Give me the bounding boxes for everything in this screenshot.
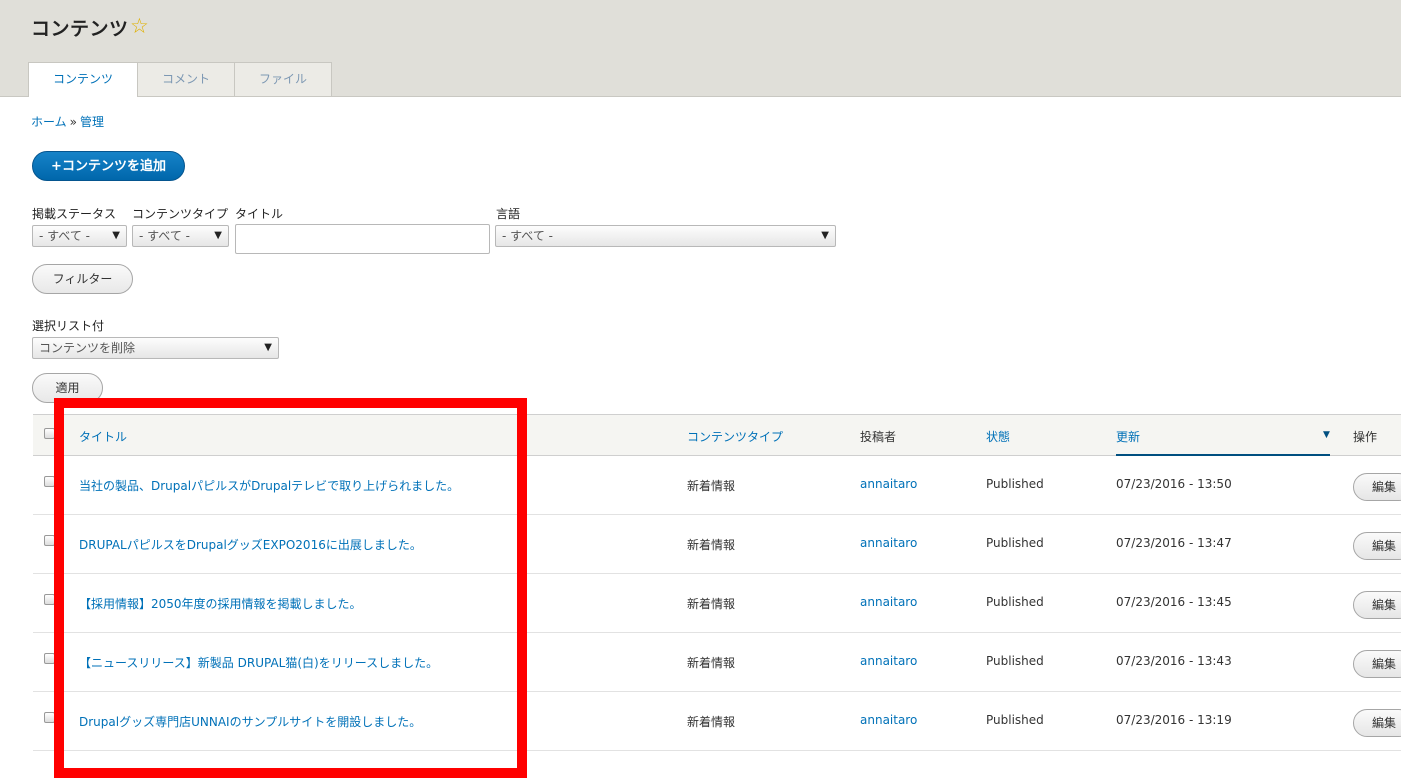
language-filter-select[interactable]: - すべて - ▼	[495, 225, 836, 247]
chevron-down-icon: ▼	[112, 230, 120, 241]
row-author-link[interactable]: annaitaro	[860, 477, 917, 491]
breadcrumb-home-link[interactable]: ホーム	[31, 115, 67, 129]
row-title-link[interactable]: 当社の製品、DrupalパピルスがDrupalテレビで取り上げられました。	[79, 477, 459, 494]
page-header: コンテンツ ☆ コンテンツ コメント ファイル	[0, 0, 1401, 97]
edit-button[interactable]: 編集	[1353, 709, 1401, 737]
type-filter-select[interactable]: - すべて - ▼	[132, 225, 229, 247]
chevron-down-icon: ▼	[214, 230, 222, 241]
status-filter-label: 掲載ステータス	[32, 207, 117, 221]
row-title-link[interactable]: DRUPALパピルスをDrupalグッズEXPO2016に出展しました。	[79, 536, 422, 553]
header-author: 投稿者	[860, 430, 897, 444]
type-filter-label: コンテンツタイプ	[132, 207, 229, 221]
row-status: Published	[986, 654, 1044, 668]
row-title-link[interactable]: 【ニュースリリース】新製品 DRUPAL猫(白)をリリースしました。	[79, 654, 438, 671]
breadcrumb-admin-link[interactable]: 管理	[80, 115, 104, 129]
table-header: タイトル コンテンツタイプ 投稿者 状態 更新 ▼ 操作	[33, 414, 1401, 456]
apply-button[interactable]: 適用	[32, 373, 103, 403]
title-filter-label: タイトル	[235, 207, 284, 221]
header-updated[interactable]: 更新	[1116, 428, 1140, 445]
bulk-action-label: 選択リスト付	[32, 319, 105, 333]
star-icon[interactable]: ☆	[130, 14, 149, 38]
row-checkbox[interactable]	[44, 712, 55, 723]
row-title-link[interactable]: Drupalグッズ専門店UNNAIのサンプルサイトを開設しました。	[79, 713, 421, 730]
table-row: DRUPALパピルスをDrupalグッズEXPO2016に出展しました。 新着情…	[33, 515, 1401, 574]
row-content-type: 新着情報	[687, 538, 736, 552]
table-row: 【採用情報】2050年度の採用情報を掲載しました。 新着情報 annaitaro…	[33, 574, 1401, 633]
sort-descending-icon[interactable]: ▼	[1323, 430, 1330, 440]
table-row: 当社の製品、DrupalパピルスがDrupalテレビで取り上げられました。 新着…	[33, 456, 1401, 515]
row-author-link[interactable]: annaitaro	[860, 654, 917, 668]
filter-button[interactable]: フィルター	[32, 264, 133, 294]
chevron-down-icon: ▼	[821, 230, 829, 241]
row-checkbox[interactable]	[44, 535, 55, 546]
row-content-type: 新着情報	[687, 715, 736, 729]
page-title: コンテンツ	[31, 18, 129, 40]
row-checkbox[interactable]	[44, 653, 55, 664]
select-all-checkbox[interactable]	[44, 428, 55, 439]
bulk-action-select[interactable]: コンテンツを削除 ▼	[32, 337, 279, 359]
row-author-link[interactable]: annaitaro	[860, 595, 917, 609]
row-status: Published	[986, 595, 1044, 609]
row-content-type: 新着情報	[687, 656, 736, 670]
chevron-down-icon: ▼	[264, 342, 272, 353]
row-checkbox[interactable]	[44, 594, 55, 605]
add-content-button[interactable]: +コンテンツを追加	[32, 151, 185, 181]
edit-button[interactable]: 編集	[1353, 532, 1401, 560]
status-filter-value: - すべて -	[39, 229, 90, 243]
header-title[interactable]: タイトル	[79, 428, 127, 445]
type-filter-value: - すべて -	[139, 229, 190, 243]
row-updated: 07/23/2016 - 13:19	[1116, 713, 1232, 727]
row-status: Published	[986, 477, 1044, 491]
row-content-type: 新着情報	[687, 479, 736, 493]
tab-bar: コンテンツ コメント ファイル	[28, 62, 333, 97]
row-updated: 07/23/2016 - 13:45	[1116, 595, 1232, 609]
status-filter-select[interactable]: - すべて - ▼	[32, 225, 127, 247]
edit-button[interactable]: 編集	[1353, 650, 1401, 678]
row-checkbox[interactable]	[44, 476, 55, 487]
language-filter-label: 言語	[496, 207, 521, 221]
bulk-action-value: コンテンツを削除	[39, 341, 136, 355]
language-filter-value: - すべて -	[502, 229, 553, 243]
row-author-link[interactable]: annaitaro	[860, 713, 917, 727]
table-row: 【ニュースリリース】新製品 DRUPAL猫(白)をリリースしました。 新着情報 …	[33, 633, 1401, 692]
row-status: Published	[986, 713, 1044, 727]
row-updated: 07/23/2016 - 13:50	[1116, 477, 1232, 491]
tab-files[interactable]: ファイル	[234, 62, 333, 96]
header-status[interactable]: 状態	[986, 428, 1010, 445]
row-updated: 07/23/2016 - 13:43	[1116, 654, 1232, 668]
header-operations: 操作	[1353, 430, 1378, 444]
tab-content[interactable]: コンテンツ	[28, 62, 139, 97]
edit-button[interactable]: 編集	[1353, 473, 1401, 501]
table-row: Drupalグッズ専門店UNNAIのサンプルサイトを開設しました。 新着情報 a…	[33, 692, 1401, 751]
row-author-link[interactable]: annaitaro	[860, 536, 917, 550]
row-updated: 07/23/2016 - 13:47	[1116, 536, 1232, 550]
breadcrumb: ホーム» 管理	[31, 113, 104, 130]
row-content-type: 新着情報	[687, 597, 736, 611]
breadcrumb-separator: »	[69, 115, 77, 129]
header-content-type[interactable]: コンテンツタイプ	[687, 428, 783, 445]
tab-comments[interactable]: コメント	[137, 62, 236, 96]
edit-button[interactable]: 編集	[1353, 591, 1401, 619]
row-title-link[interactable]: 【採用情報】2050年度の採用情報を掲載しました。	[79, 595, 362, 612]
title-filter-input[interactable]	[235, 224, 490, 254]
row-status: Published	[986, 536, 1044, 550]
